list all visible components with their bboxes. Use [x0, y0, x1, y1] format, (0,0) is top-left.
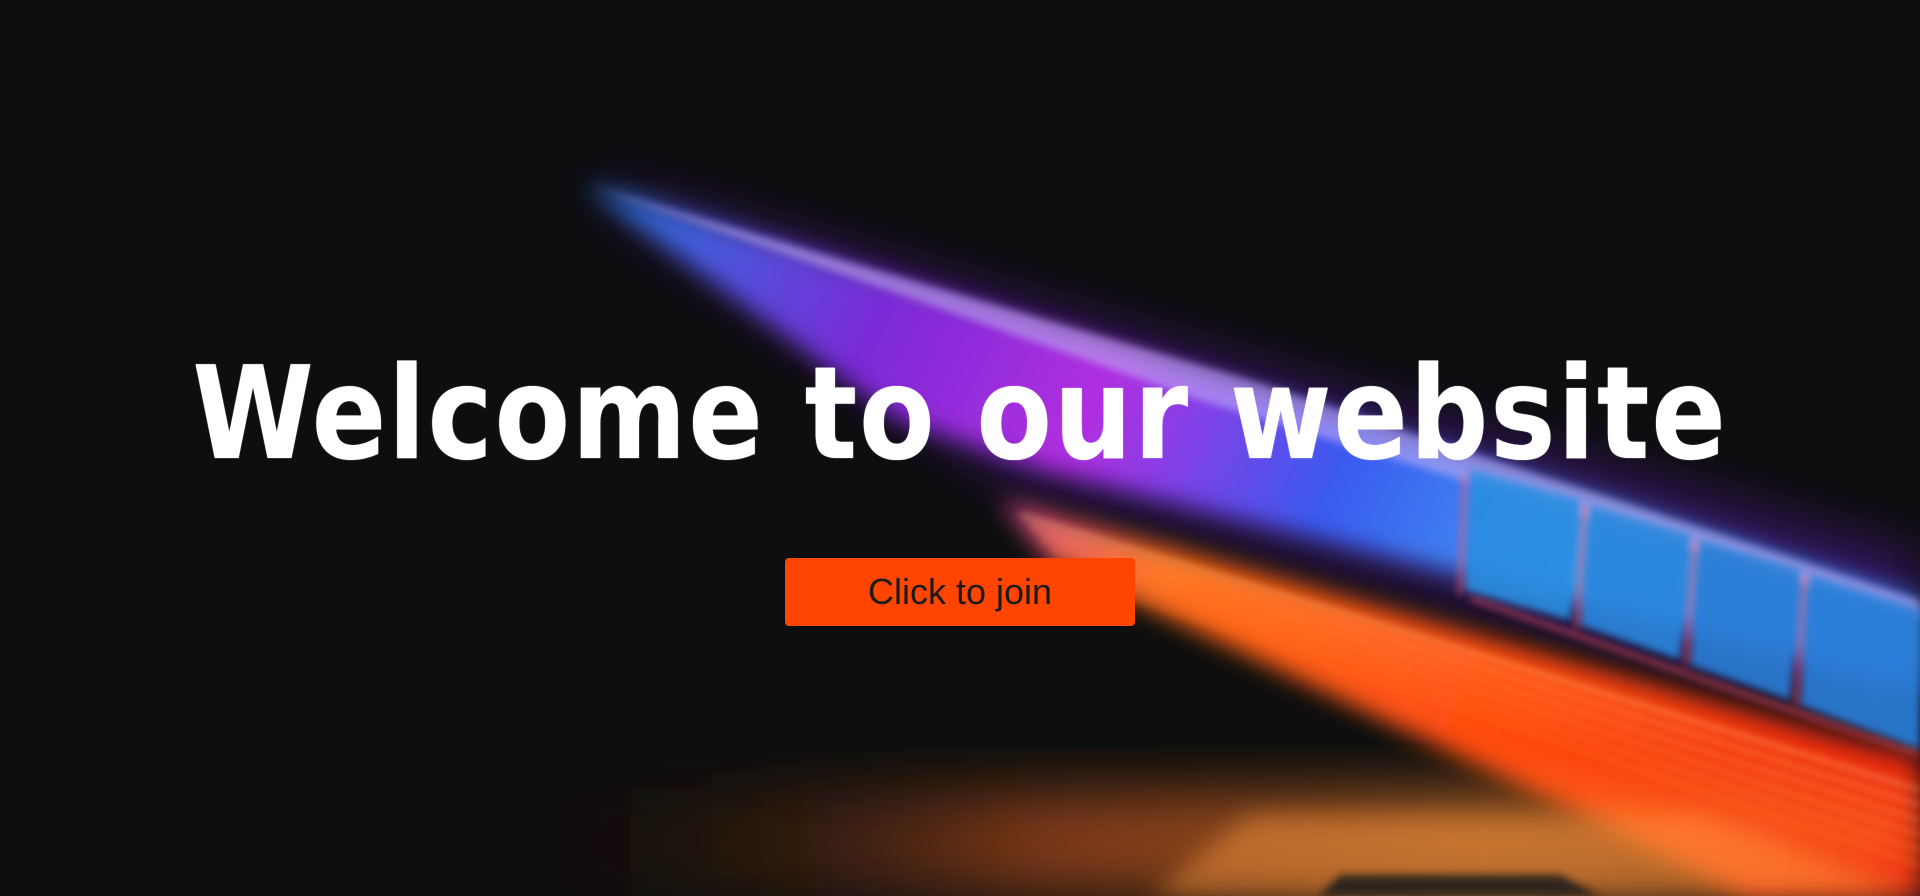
join-button[interactable]: Click to join	[785, 558, 1135, 626]
hero-title: Welcome to our website	[192, 340, 1728, 489]
hero-section: Welcome to our website Click to join	[0, 0, 1920, 896]
